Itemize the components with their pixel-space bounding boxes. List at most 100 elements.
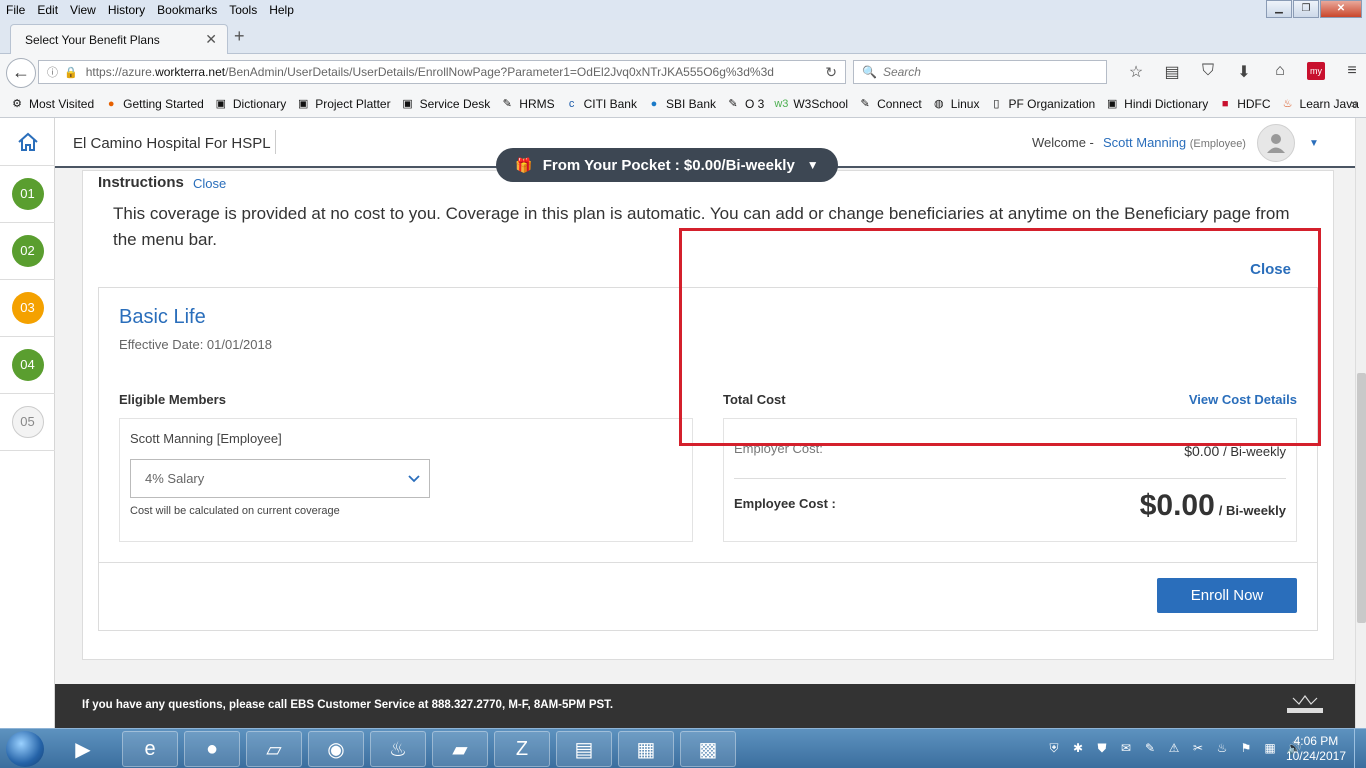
- bookmark-item[interactable]: ⚙ Most Visited: [10, 97, 94, 111]
- home-icon[interactable]: [0, 118, 55, 166]
- clock[interactable]: 4:06 PM 10/24/2017: [1286, 734, 1346, 764]
- page-scrollbar[interactable]: [1355, 118, 1366, 728]
- welcome-text: Welcome -: [1032, 135, 1094, 150]
- file-explorer-icon[interactable]: ▤: [556, 731, 612, 767]
- menu-view[interactable]: View: [64, 3, 102, 17]
- gear-tray-icon[interactable]: ✱: [1066, 741, 1090, 756]
- app-flame-icon[interactable]: ♨: [370, 731, 426, 767]
- reload-icon[interactable]: ↻: [825, 64, 837, 81]
- addon-my-icon[interactable]: my: [1307, 62, 1325, 80]
- menu-help[interactable]: Help: [263, 3, 300, 17]
- member-name: Scott Manning [Employee]: [130, 431, 282, 446]
- search-bar[interactable]: 🔍 Search: [853, 60, 1107, 84]
- bookmark-item[interactable]: ✎ Connect: [858, 97, 921, 111]
- hamburger-menu-icon[interactable]: ≡: [1334, 62, 1366, 82]
- calculator-icon[interactable]: ▩: [680, 731, 736, 767]
- menu-tools[interactable]: Tools: [223, 3, 263, 17]
- media-player-icon[interactable]: ▶: [62, 731, 104, 767]
- chevron-down-icon: [407, 473, 421, 487]
- chat-icon[interactable]: ✎: [1138, 741, 1162, 756]
- step-03[interactable]: 03: [0, 280, 55, 337]
- card-divider: [99, 562, 1317, 563]
- browser-tab[interactable]: Select Your Benefit Plans ✕: [10, 24, 228, 54]
- bookmark-star-icon[interactable]: ☆: [1118, 62, 1154, 82]
- step-navigation: 01 02 03 04 05: [0, 118, 55, 728]
- connect-icon: ✎: [860, 97, 870, 110]
- internet-explorer-icon[interactable]: e: [122, 731, 178, 767]
- bookmark-item[interactable]: ✎ O 3: [726, 97, 764, 111]
- bookmark-item[interactable]: ♨ Learn Java: [1281, 97, 1359, 111]
- flag-icon[interactable]: ⚑: [1234, 741, 1258, 756]
- bookmark-item[interactable]: ▯ PF Organization: [989, 97, 1095, 111]
- windows-taskbar: ▶ e ● ▱ ◉ ♨ ▰ Z ▤ ▦ ▩ ⛨ ✱ ⛊ ✉ ✎ ⚠ ✂ ♨ ⚑ …: [0, 728, 1366, 768]
- bookmark-item[interactable]: ▣ Service Desk: [401, 97, 490, 111]
- url-text: https://azure.workterra.net/BenAdmin/Use…: [85, 65, 774, 79]
- back-arrow-icon[interactable]: ←: [6, 58, 36, 88]
- lock-icon[interactable]: 🔒: [64, 66, 78, 79]
- bookmark-item[interactable]: ▣ Project Platter: [296, 97, 391, 111]
- tool-icon[interactable]: ✂: [1186, 741, 1210, 756]
- spreadsheet-icon[interactable]: ▦: [618, 731, 674, 767]
- home-button-icon[interactable]: ⌂: [1262, 62, 1298, 82]
- globe-icon: ◍: [933, 97, 944, 110]
- menu-history[interactable]: History: [102, 3, 151, 17]
- bookmark-item[interactable]: ◍ Linux: [932, 97, 980, 111]
- chrome-icon[interactable]: ◉: [308, 731, 364, 767]
- maximize-icon[interactable]: ❐: [1293, 0, 1319, 18]
- bookmark-item[interactable]: w3 W3School: [774, 97, 848, 111]
- start-button-icon[interactable]: [6, 731, 44, 767]
- step-04[interactable]: 04: [0, 337, 55, 394]
- bookmark-item[interactable]: ● Getting Started: [104, 97, 204, 111]
- from-your-pocket-pill[interactable]: 🎁 From Your Pocket : $0.00/Bi-weekly ▼: [496, 148, 838, 182]
- notepad-icon[interactable]: ▱: [246, 731, 302, 767]
- avatar[interactable]: [1257, 124, 1295, 162]
- step-02[interactable]: 02: [0, 223, 55, 280]
- show-desktop-button[interactable]: [1354, 729, 1366, 768]
- employee-cost-value: $0.00/ Bi-weekly: [1139, 489, 1286, 522]
- hdfc-icon: ■: [1221, 97, 1229, 110]
- menu-file[interactable]: File: [0, 3, 31, 17]
- instructions-close-link[interactable]: Close: [193, 176, 226, 191]
- network-icon[interactable]: ▦: [1258, 741, 1282, 756]
- new-tab-icon[interactable]: +: [234, 26, 245, 47]
- pocket-save-icon[interactable]: ⛉: [1190, 62, 1226, 82]
- bookmark-item[interactable]: ✎ HRMS: [500, 97, 555, 111]
- search-icon: 🔍: [862, 65, 877, 79]
- coverage-select[interactable]: 4% Salary: [130, 459, 430, 498]
- bookmark-item[interactable]: c CITI Bank: [565, 97, 637, 111]
- step-01[interactable]: 01: [0, 166, 55, 223]
- bookmark-item[interactable]: ■ HDFC: [1218, 97, 1271, 111]
- cost-note: Cost will be calculated on current cover…: [130, 505, 340, 517]
- tab-close-icon[interactable]: ✕: [205, 31, 217, 48]
- menu-edit[interactable]: Edit: [31, 3, 64, 17]
- alert-icon[interactable]: ⚠: [1162, 741, 1186, 756]
- bookmark-item[interactable]: ● SBI Bank: [647, 97, 716, 111]
- flame-tray-icon[interactable]: ♨: [1210, 741, 1234, 756]
- service-desk-icon: ▣: [402, 97, 413, 110]
- window-close-icon[interactable]: ✕: [1320, 0, 1362, 18]
- info-icon[interactable]: ⓘ: [47, 64, 58, 80]
- security-icon[interactable]: ⛊: [1090, 741, 1114, 756]
- bookmark-item[interactable]: ▣ Hindi Dictionary: [1105, 97, 1208, 111]
- address-bar[interactable]: ⓘ 🔒 https://azure.workterra.net/BenAdmin…: [38, 60, 846, 84]
- shield-icon[interactable]: ⛨: [1042, 741, 1066, 756]
- zoom-icon[interactable]: Z: [494, 731, 550, 767]
- user-name[interactable]: Scott Manning (Employee): [1103, 135, 1246, 150]
- firefox-taskbar-icon[interactable]: ●: [184, 731, 240, 767]
- chevron-right-icon[interactable]: »: [1351, 96, 1358, 111]
- chevron-down-icon[interactable]: ▼: [1309, 138, 1319, 149]
- download-icon[interactable]: ⬇: [1226, 62, 1262, 82]
- reader-list-icon[interactable]: ▤: [1154, 62, 1190, 82]
- bookmark-item[interactable]: ▣ Dictionary: [214, 97, 287, 111]
- sticky-notes-icon[interactable]: ▰: [432, 731, 488, 767]
- pocket-label: From Your Pocket : $0.00/Bi-weekly: [542, 156, 795, 174]
- mail-icon[interactable]: ✉: [1114, 741, 1138, 756]
- system-tray: ⛨ ✱ ⛊ ✉ ✎ ⚠ ✂ ♨ ⚑ ▦ 🔊: [1042, 741, 1306, 756]
- cost-divider: [734, 478, 1286, 479]
- step-05[interactable]: 05: [0, 394, 55, 451]
- o3-icon: ✎: [728, 97, 738, 110]
- menu-bookmarks[interactable]: Bookmarks: [151, 3, 223, 17]
- scrollbar-thumb[interactable]: [1357, 373, 1366, 623]
- minimize-icon[interactable]: ▁: [1266, 0, 1292, 18]
- enroll-now-button[interactable]: Enroll Now: [1157, 578, 1297, 613]
